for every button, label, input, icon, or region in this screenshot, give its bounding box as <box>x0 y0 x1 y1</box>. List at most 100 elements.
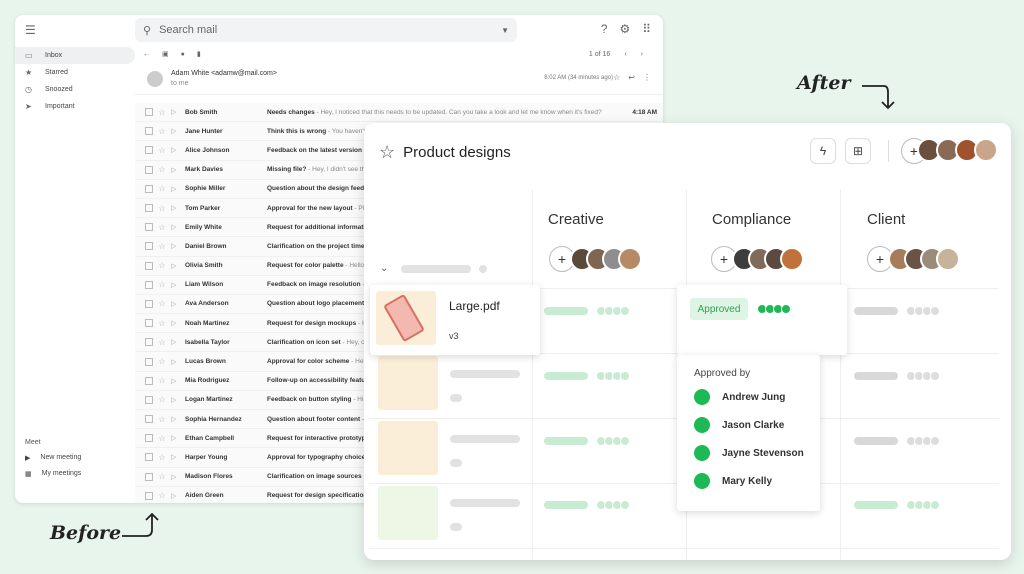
important-icon[interactable]: ▷ <box>171 146 185 154</box>
delete-icon[interactable]: ▮ <box>197 50 201 58</box>
star-icon[interactable]: ☆ <box>153 453 171 462</box>
collapse-chevron-icon[interactable]: ⌄ <box>380 263 388 274</box>
star-icon[interactable]: ☆ <box>153 319 171 328</box>
important-icon[interactable]: ▷ <box>171 127 185 135</box>
gmail-topbar: ☰ ⚲ Search mail ▼ ? ⚙ ⠿ <box>15 15 663 45</box>
important-icon[interactable]: ▷ <box>171 185 185 193</box>
star-icon[interactable]: ☆ <box>153 491 171 500</box>
star-icon[interactable]: ☆ <box>153 261 171 270</box>
row-checkbox[interactable] <box>145 319 153 328</box>
star-icon[interactable]: ☆ <box>153 146 171 155</box>
menu-icon[interactable]: ☰ <box>25 23 45 37</box>
row-checkbox[interactable] <box>145 357 153 366</box>
avatar <box>147 70 163 87</box>
inbox-icon: ▭ <box>25 51 33 60</box>
row-checkbox[interactable] <box>145 472 153 481</box>
row-checkbox[interactable] <box>145 242 153 251</box>
row-checkbox[interactable] <box>145 261 153 270</box>
design-thumbnail[interactable] <box>378 356 438 410</box>
important-icon[interactable]: ▷ <box>171 300 185 308</box>
search-bar[interactable]: ⚲ Search mail ▼ <box>135 18 517 42</box>
design-thumbnail[interactable] <box>378 421 438 475</box>
row-checkbox[interactable] <box>145 146 153 155</box>
prev-icon[interactable]: ‹ <box>624 51 626 58</box>
archive-icon[interactable]: ▣ <box>162 50 169 58</box>
row-checkbox[interactable] <box>145 415 153 424</box>
next-icon[interactable]: › <box>641 51 643 58</box>
important-icon[interactable]: ▷ <box>171 108 185 116</box>
important-icon[interactable]: ▷ <box>171 396 185 404</box>
back-icon[interactable]: ← <box>143 51 150 58</box>
star-icon[interactable]: ☆ <box>379 142 395 163</box>
row-checkbox[interactable] <box>145 108 153 117</box>
sidebar-item-starred[interactable]: ★ Starred <box>15 64 135 81</box>
star-icon[interactable]: ☆ <box>153 165 171 174</box>
important-icon[interactable]: ▷ <box>171 223 185 231</box>
star-icon[interactable]: ☆ <box>153 415 171 424</box>
star-icon[interactable]: ☆ <box>153 223 171 232</box>
important-icon[interactable]: ▷ <box>171 166 185 174</box>
search-options-icon[interactable]: ▼ <box>501 26 509 35</box>
star-icon[interactable]: ☆ <box>153 299 171 308</box>
star-icon[interactable]: ☆ <box>153 242 171 251</box>
important-icon[interactable]: ▷ <box>171 453 185 461</box>
star-icon[interactable]: ☆ <box>153 280 171 289</box>
important-icon[interactable]: ▷ <box>171 377 185 385</box>
star-icon[interactable]: ☆ <box>153 204 171 213</box>
my-meetings-link[interactable]: ▦ My meetings <box>25 470 81 478</box>
star-icon[interactable]: ☆ <box>153 357 171 366</box>
star-icon[interactable]: ☆ <box>153 127 171 136</box>
row-checkbox[interactable] <box>145 127 153 136</box>
row-checkbox[interactable] <box>145 280 153 289</box>
report-icon[interactable]: ● <box>181 51 185 58</box>
row-sender: Tom Parker <box>185 204 221 212</box>
star-icon[interactable]: ☆ <box>153 376 171 385</box>
help-icon[interactable]: ? <box>601 22 608 36</box>
important-icon[interactable]: ▷ <box>171 434 185 442</box>
important-icon[interactable]: ▷ <box>171 415 185 423</box>
row-snippet: - Hey, c <box>340 338 365 346</box>
row-checkbox[interactable] <box>145 338 153 347</box>
apps-icon[interactable]: ⠿ <box>642 22 651 36</box>
row-sender: Harper Young <box>185 453 228 461</box>
star-icon[interactable]: ☆ <box>153 338 171 347</box>
row-checkbox[interactable] <box>145 434 153 443</box>
sidebar-item-snoozed[interactable]: ◷ Snoozed <box>15 81 135 98</box>
row-checkbox[interactable] <box>145 376 153 385</box>
star-icon[interactable]: ☆ <box>153 395 171 404</box>
star-icon[interactable]: ☆ <box>153 472 171 481</box>
important-icon[interactable]: ▷ <box>171 281 185 289</box>
table-row[interactable]: ☆ ▷ Bob Smith Needs changes - Hey, I notice… <box>135 103 663 123</box>
lightning-button[interactable]: ϟ <box>810 138 836 164</box>
gear-icon[interactable]: ⚙ <box>619 22 630 36</box>
row-checkbox[interactable] <box>145 223 153 232</box>
row-checkbox[interactable] <box>145 299 153 308</box>
important-icon[interactable]: ▷ <box>171 473 185 481</box>
row-checkbox[interactable] <box>145 204 153 213</box>
reply-icon[interactable]: ↩ <box>628 73 635 82</box>
star-icon[interactable]: ☆ <box>153 108 171 117</box>
new-meeting-link[interactable]: ▶ New meeting <box>25 454 81 462</box>
sidebar-item-important[interactable]: ➤ Important <box>15 98 135 115</box>
important-icon[interactable]: ▷ <box>171 338 185 346</box>
star-icon[interactable]: ☆ <box>613 73 620 82</box>
star-icon[interactable]: ☆ <box>153 184 171 193</box>
row-checkbox[interactable] <box>145 184 153 193</box>
sidebar-item-inbox[interactable]: ▭ Inbox <box>15 47 135 64</box>
row-checkbox[interactable] <box>145 453 153 462</box>
important-icon[interactable]: ▷ <box>171 358 185 366</box>
important-icon[interactable]: ▷ <box>171 242 185 250</box>
row-checkbox[interactable] <box>145 491 153 500</box>
important-icon[interactable]: ▷ <box>171 319 185 327</box>
star-icon[interactable]: ☆ <box>153 434 171 443</box>
more-icon[interactable]: ⋮ <box>643 73 651 82</box>
important-icon[interactable]: ▷ <box>171 204 185 212</box>
row-checkbox[interactable] <box>145 395 153 404</box>
row-checkbox[interactable] <box>145 165 153 174</box>
compliance-status-card[interactable]: Approved <box>677 285 847 355</box>
important-icon[interactable]: ▷ <box>171 492 185 500</box>
file-card[interactable]: Large.pdf v3 <box>370 285 540 355</box>
design-thumbnail[interactable] <box>378 486 438 540</box>
important-icon[interactable]: ▷ <box>171 262 185 270</box>
grid-button[interactable]: ⊞ <box>845 138 871 164</box>
